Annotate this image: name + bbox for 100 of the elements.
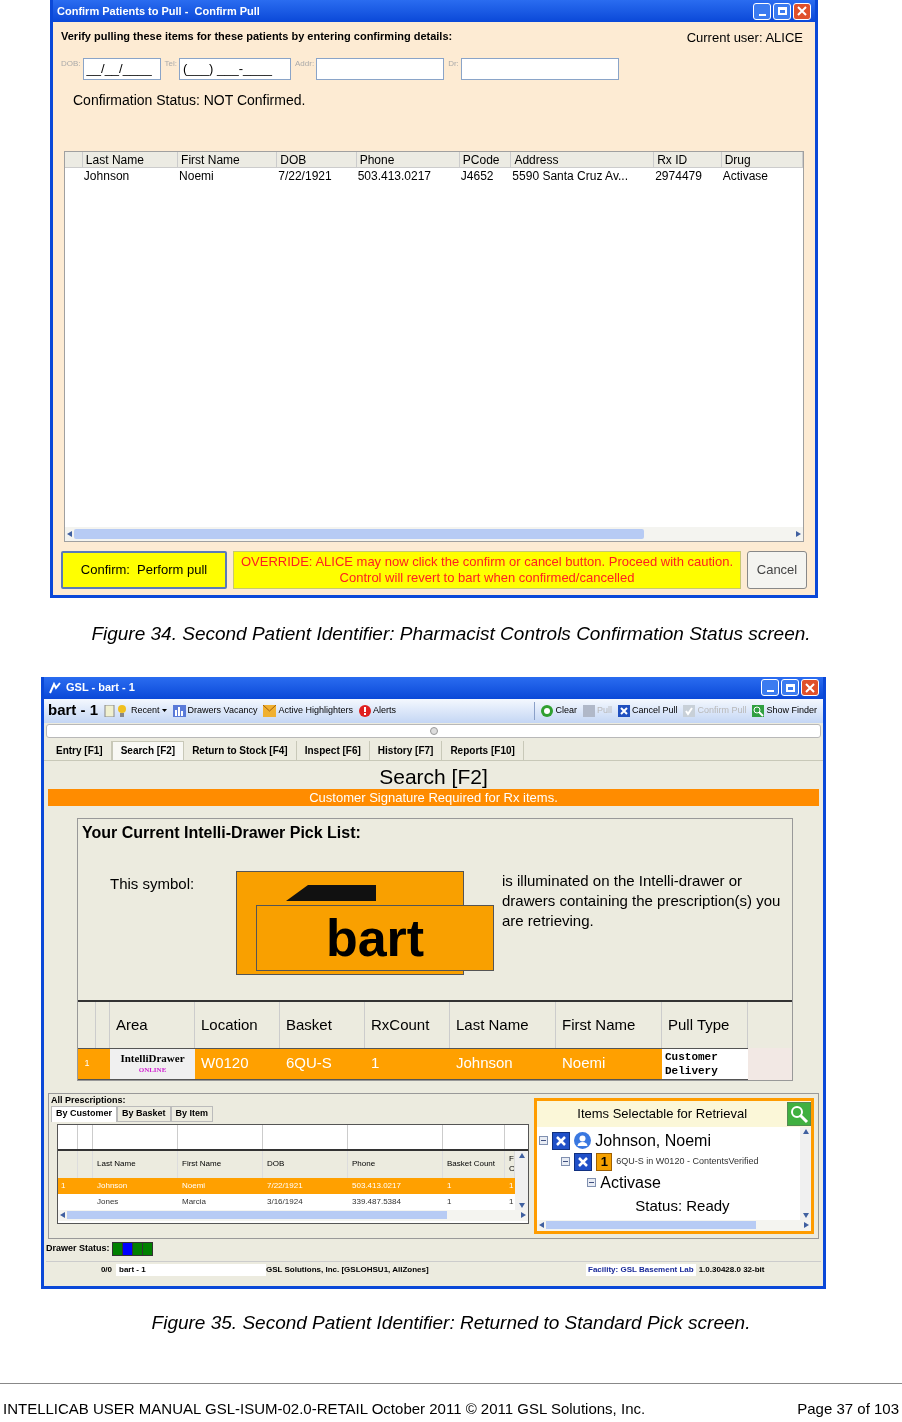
confirm-button[interactable]: Confirm: Perform pull bbox=[61, 550, 227, 589]
maximize-button[interactable] bbox=[773, 2, 791, 20]
scroll-right-icon[interactable] bbox=[804, 1222, 809, 1228]
alert-icon bbox=[358, 704, 371, 717]
caret-icon bbox=[161, 709, 167, 712]
column-header[interactable]: Last Name bbox=[93, 1150, 178, 1178]
column-header[interactable]: First Name bbox=[556, 1001, 662, 1048]
tab[interactable]: By Item bbox=[170, 1105, 214, 1122]
pick-list-title: Your Current Intelli-Drawer Pick List: bbox=[82, 822, 362, 843]
field-label: Tel: bbox=[164, 57, 177, 70]
table-cell-text: Marcia bbox=[181, 1195, 207, 1208]
tab[interactable]: Entry [F1] bbox=[48, 740, 112, 760]
search-icon[interactable] bbox=[787, 1101, 811, 1126]
column-header[interactable]: Phone bbox=[348, 1150, 443, 1178]
checked-box-icon[interactable] bbox=[552, 1131, 571, 1150]
vertical-scrollbar[interactable] bbox=[800, 1126, 811, 1220]
column-header[interactable]: Last Name bbox=[82, 151, 179, 167]
toolbar-button[interactable]: Active Highlighters bbox=[261, 703, 355, 718]
horizontal-scrollbar[interactable] bbox=[537, 1219, 811, 1231]
tab[interactable]: Reports [F10] bbox=[442, 740, 524, 760]
column-header[interactable]: Pull Type bbox=[662, 1001, 748, 1048]
table-cell-text: 7/22/1921 bbox=[266, 1179, 304, 1192]
table-cell-text: Johnson bbox=[455, 1053, 514, 1074]
column-header[interactable]: First Name bbox=[178, 1150, 263, 1178]
user-name-text: bart - 1 bbox=[48, 700, 98, 721]
toolbar-button[interactable]: Show Finder bbox=[750, 703, 819, 718]
column-header[interactable]: Last Name bbox=[450, 1001, 556, 1048]
field-label: DOB: bbox=[61, 57, 81, 70]
tab[interactable]: By Basket bbox=[117, 1105, 171, 1122]
column-header[interactable]: Phone bbox=[356, 151, 460, 167]
collapse-icon[interactable] bbox=[587, 1178, 597, 1187]
status-facility: Facility: GSL Basement Lab bbox=[586, 1264, 696, 1276]
checked-box-icon[interactable] bbox=[574, 1152, 593, 1171]
table-cell-text: Johnson bbox=[96, 1179, 129, 1192]
field-label: Dr: bbox=[448, 57, 459, 70]
tree-item[interactable]: Johnson, Noemi bbox=[595, 1128, 711, 1153]
symbol-description: is illuminated on the Intelli-drawer or drawers containing the prescription(s) you are retrieving. bbox=[502, 870, 782, 931]
search-icon bbox=[752, 704, 765, 717]
column-header[interactable]: Rx ID bbox=[654, 151, 722, 167]
input-field[interactable]: __/__/____ bbox=[82, 57, 161, 80]
close-button[interactable] bbox=[801, 679, 819, 696]
column-header[interactable]: RxCount bbox=[365, 1001, 450, 1048]
column-header[interactable]: Location bbox=[195, 1001, 280, 1048]
column-header[interactable]: Area bbox=[110, 1001, 195, 1048]
row-number: 1 bbox=[60, 1179, 67, 1192]
document-icon bbox=[104, 704, 115, 717]
bar-chart-icon bbox=[172, 704, 186, 717]
column-header[interactable]: Drug bbox=[721, 151, 803, 167]
column-header[interactable]: DOB bbox=[277, 151, 357, 167]
tab[interactable]: By Customer bbox=[51, 1105, 117, 1122]
table-cell-text: 1 bbox=[508, 1179, 515, 1192]
status-version: 1.0.30428.0 32-bit bbox=[697, 1264, 766, 1276]
table-cell-text: 1 bbox=[446, 1195, 453, 1208]
status-count: 0/0 bbox=[99, 1264, 113, 1276]
table-cell-text: 1 bbox=[508, 1195, 515, 1208]
toolbar-button[interactable]: Recent bbox=[129, 703, 169, 718]
tab[interactable]: History [F7] bbox=[369, 740, 443, 760]
input-field[interactable] bbox=[316, 57, 445, 80]
scroll-up-icon[interactable] bbox=[518, 1152, 525, 1158]
column-header[interactable]: Address bbox=[511, 151, 655, 167]
scroll-right-icon[interactable] bbox=[796, 530, 801, 537]
cancel-button[interactable]: Cancel bbox=[747, 550, 807, 589]
column-header[interactable]: Basket bbox=[280, 1001, 365, 1048]
tab[interactable]: Return to Stock [F4] bbox=[184, 740, 297, 760]
input-field[interactable]: (___) ___-____ bbox=[179, 57, 291, 80]
table-cell-text: 2974479 bbox=[654, 167, 703, 184]
scroll-right-icon[interactable] bbox=[521, 1212, 526, 1218]
signature-banner: Customer Signature Required for Rx items. bbox=[48, 788, 819, 806]
tab[interactable]: Inspect [F6] bbox=[296, 740, 370, 760]
table-cell-text: Johnson bbox=[82, 167, 131, 184]
toolbar-button[interactable]: Clear bbox=[539, 703, 579, 718]
vertical-scrollbar[interactable] bbox=[515, 1150, 528, 1210]
scroll-left-icon[interactable] bbox=[60, 1212, 65, 1218]
column-header[interactable]: PCode bbox=[459, 151, 512, 167]
minimize-button[interactable] bbox=[753, 2, 771, 20]
collapse-icon[interactable] bbox=[539, 1136, 549, 1145]
toolbar-button[interactable]: Cancel Pull bbox=[615, 703, 680, 718]
row-number: 1 bbox=[83, 1056, 91, 1070]
confirmation-status: Confirmation Status: NOT Confirmed. bbox=[73, 90, 307, 110]
scroll-left-icon[interactable] bbox=[539, 1222, 545, 1228]
column-header[interactable]: Basket Count bbox=[443, 1150, 505, 1178]
envelope-icon bbox=[263, 704, 277, 717]
minimize-button[interactable] bbox=[761, 679, 779, 696]
toolbar-button[interactable]: Drawers Vacancy bbox=[170, 703, 260, 718]
basket-count-badge: 1 bbox=[596, 1152, 613, 1171]
close-button[interactable] bbox=[793, 2, 811, 20]
override-message: OVERRIDE: ALICE may now click the confirm or cancel button. Proceed with caution. Control will revert to bart when confirmed/cancelled bbox=[233, 550, 741, 589]
horizontal-scrollbar[interactable] bbox=[58, 1209, 528, 1221]
tree-item[interactable]: 6QU-S in W0120 - ContentsVerified bbox=[616, 1154, 759, 1169]
horizontal-scrollbar[interactable] bbox=[65, 526, 803, 541]
column-header[interactable]: DOB bbox=[263, 1150, 348, 1178]
tree-item[interactable]: Activase bbox=[600, 1170, 661, 1195]
toolbar-button[interactable]: Alerts bbox=[356, 703, 398, 718]
tab[interactable]: Search [F2] bbox=[111, 740, 185, 760]
table-cell-text: Jones bbox=[96, 1195, 120, 1208]
collapse-icon[interactable] bbox=[561, 1157, 571, 1166]
scroll-left-icon[interactable] bbox=[67, 530, 72, 537]
input-field[interactable] bbox=[460, 57, 619, 80]
maximize-button[interactable] bbox=[781, 679, 799, 696]
column-header[interactable]: First Name bbox=[178, 151, 278, 167]
